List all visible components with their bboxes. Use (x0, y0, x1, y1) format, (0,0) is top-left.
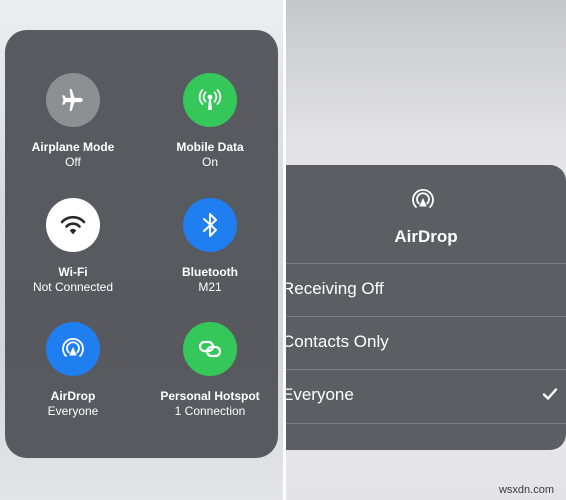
personal-hotspot-button[interactable] (183, 322, 237, 376)
bluetooth-status: M21 (198, 280, 222, 294)
personal-hotspot-toggle[interactable]: Personal Hotspot 1 Connection (142, 322, 278, 419)
bluetooth-button[interactable] (183, 198, 237, 252)
control-center-panel: Airplane Mode Off Mobile Data On Wi-Fi N… (0, 0, 283, 500)
sheet-bottom-divider (286, 423, 566, 450)
checkmark-icon (542, 388, 558, 400)
airdrop-menu-title: AirDrop (394, 227, 458, 246)
airplane-mode-toggle[interactable]: Airplane Mode Off (5, 73, 141, 170)
wifi-label: Wi-Fi (58, 265, 88, 279)
mobile-data-toggle[interactable]: Mobile Data On (142, 73, 278, 170)
bluetooth-label: Bluetooth (182, 265, 238, 279)
airdrop-option-receiving-off[interactable]: Receiving Off (286, 263, 566, 316)
airdrop-icon (62, 337, 84, 357)
mobile-data-label: Mobile Data (176, 140, 244, 154)
airdrop-button[interactable] (46, 322, 100, 376)
airdrop-icon (412, 188, 434, 208)
hotspot-icon (198, 340, 222, 358)
airdrop-option-contacts-only[interactable]: Contacts Only (286, 316, 566, 369)
bluetooth-toggle[interactable]: Bluetooth M21 (142, 198, 278, 295)
airplane-mode-status: Off (65, 155, 81, 169)
airdrop-label: AirDrop (50, 389, 96, 403)
wifi-toggle[interactable]: Wi-Fi Not Connected (5, 198, 141, 295)
wifi-button[interactable] (46, 198, 100, 252)
airdrop-toggle[interactable]: AirDrop Everyone (5, 322, 141, 419)
option-label: Contacts Only (286, 332, 389, 351)
airdrop-status: Everyone (47, 404, 99, 418)
personal-hotspot-status: 1 Connection (174, 404, 246, 418)
connectivity-card: Airplane Mode Off Mobile Data On Wi-Fi N… (5, 30, 278, 458)
watermark: wsxdn.com (498, 484, 554, 496)
airdrop-settings-panel: AirDrop Receiving Off Contacts Only Ever… (286, 0, 566, 500)
airplane-icon (62, 89, 83, 111)
mobile-data-status: On (201, 155, 218, 169)
antenna-icon (198, 89, 222, 110)
wifi-status: Not Connected (32, 280, 114, 294)
airplane-mode-label: Airplane Mode (31, 140, 115, 154)
option-label: Everyone (286, 385, 354, 404)
personal-hotspot-label: Personal Hotspot (160, 389, 260, 403)
airdrop-menu: AirDrop Receiving Off Contacts Only Ever… (286, 165, 566, 450)
airdrop-option-everyone[interactable]: Everyone (286, 369, 566, 424)
wifi-icon (60, 215, 86, 235)
option-label: Receiving Off (286, 279, 384, 298)
airplane-mode-button[interactable] (46, 73, 100, 127)
bluetooth-icon (203, 213, 217, 237)
mobile-data-button[interactable] (183, 73, 237, 127)
